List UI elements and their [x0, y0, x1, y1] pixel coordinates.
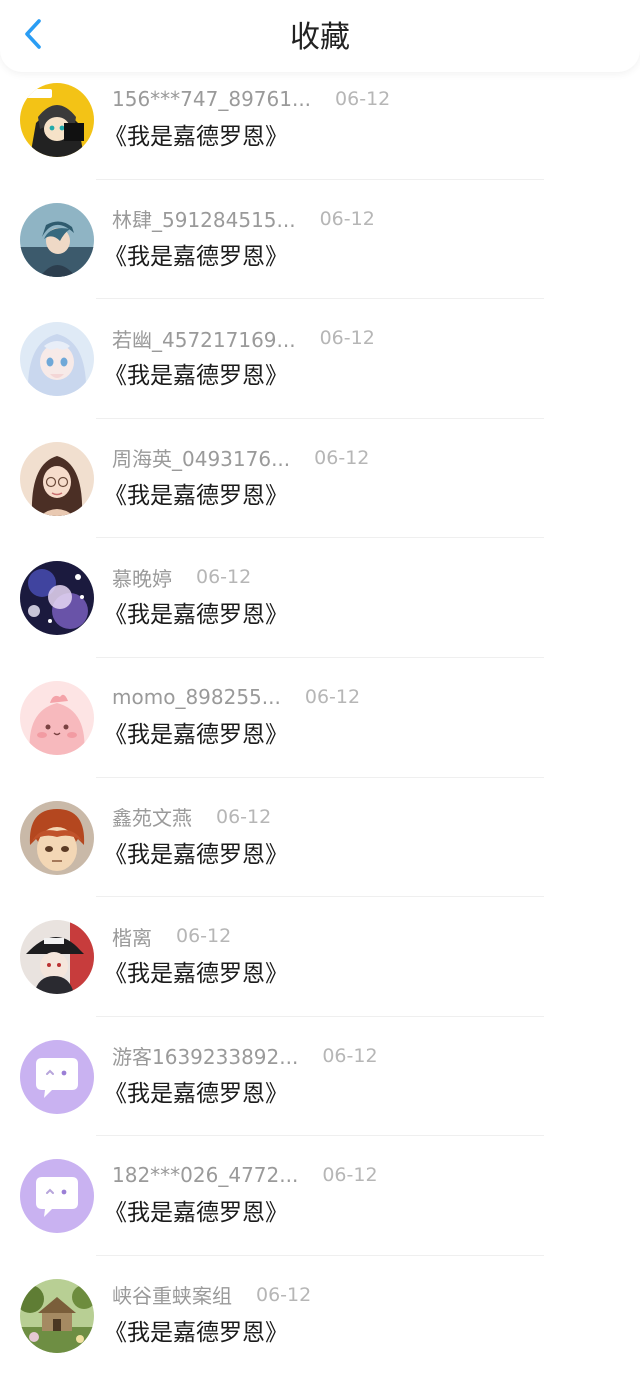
avatar[interactable]: [20, 83, 94, 157]
item-meta: 慕晚婷 06-12: [112, 563, 251, 591]
item-meta: 鑫苑文燕 06-12: [112, 803, 271, 831]
username[interactable]: 楷离: [112, 922, 152, 951]
date-label: 06-12: [176, 925, 232, 948]
book-title[interactable]: 《我是嘉德罗恩》: [104, 599, 288, 631]
date-label: 06-12: [216, 805, 272, 828]
book-title[interactable]: 《我是嘉德罗恩》: [104, 719, 288, 751]
date-label: 06-12: [322, 1044, 378, 1067]
username[interactable]: 周海英_0493176...: [112, 443, 290, 472]
avatar[interactable]: [20, 800, 94, 875]
avatar[interactable]: [20, 441, 94, 516]
top-bar: 收藏: [0, 0, 640, 72]
item-meta: 峡谷重蛱案组 06-12: [112, 1281, 311, 1309]
username[interactable]: 峡谷重蛱案组: [112, 1280, 232, 1309]
date-label: 06-12: [335, 88, 391, 110]
page-title: 收藏: [290, 20, 350, 55]
avatar[interactable]: [20, 1039, 94, 1114]
list-item[interactable]: 周海英_0493176... 06-12 《我是嘉德罗恩》: [0, 419, 640, 539]
book-title[interactable]: 《我是嘉德罗恩》: [104, 839, 288, 871]
list-item[interactable]: 峡谷重蛱案组 06-12 《我是嘉德罗恩》: [0, 1256, 640, 1376]
book-title[interactable]: 《我是嘉德罗恩》: [104, 121, 288, 153]
avatar[interactable]: [20, 322, 94, 397]
date-label: 06-12: [322, 1164, 378, 1187]
item-meta: 林肆_591284515... 06-12: [112, 205, 375, 233]
favorites-list: 156***747_89761... 06-12 《我是嘉德罗恩》 林肆_591284…: [0, 60, 640, 1376]
book-title[interactable]: 《我是嘉德罗恩》: [104, 241, 288, 273]
avatar[interactable]: [20, 1278, 94, 1353]
username[interactable]: 若幽_457217169...: [112, 324, 296, 353]
item-meta: 156***747_89761... 06-12: [112, 85, 390, 113]
book-title[interactable]: 《我是嘉德罗恩》: [104, 360, 288, 392]
date-label: 06-12: [319, 207, 375, 230]
list-item[interactable]: 游客1639233892... 06-12 《我是嘉德罗恩》: [0, 1017, 640, 1137]
username[interactable]: 鑫苑文燕: [112, 802, 192, 831]
username[interactable]: 156***747_89761...: [112, 87, 311, 111]
avatar[interactable]: [20, 680, 94, 755]
book-title[interactable]: 《我是嘉德罗恩》: [104, 1078, 288, 1110]
date-label: 06-12: [196, 566, 252, 589]
username[interactable]: 182***026_4772...: [112, 1163, 298, 1187]
book-title[interactable]: 《我是嘉德罗恩》: [104, 958, 288, 990]
username[interactable]: 林肆_591284515...: [112, 204, 296, 233]
avatar[interactable]: [20, 202, 94, 277]
item-meta: 楷离 06-12: [112, 922, 231, 950]
book-title[interactable]: 《我是嘉德罗恩》: [104, 480, 288, 512]
avatar[interactable]: [20, 561, 94, 636]
avatar[interactable]: [20, 920, 94, 995]
username[interactable]: 游客1639233892...: [112, 1041, 298, 1070]
item-meta: 182***026_4772... 06-12: [112, 1161, 378, 1189]
date-label: 06-12: [314, 446, 370, 469]
item-meta: 若幽_457217169... 06-12: [112, 324, 375, 352]
item-meta: 周海英_0493176... 06-12: [112, 444, 369, 472]
username[interactable]: 慕晚婷: [112, 563, 172, 592]
list-item[interactable]: 楷离 06-12 《我是嘉德罗恩》: [0, 897, 640, 1017]
date-label: 06-12: [304, 685, 361, 708]
list-item[interactable]: 156***747_89761... 06-12 《我是嘉德罗恩》: [0, 60, 640, 180]
list-item[interactable]: 182***026_4772... 06-12 《我是嘉德罗恩》: [0, 1136, 640, 1256]
list-item[interactable]: 若幽_457217169... 06-12 《我是嘉德罗恩》: [0, 299, 640, 419]
list-item[interactable]: 林肆_591284515... 06-12 《我是嘉德罗恩》: [0, 180, 640, 300]
username[interactable]: momo_898255...: [112, 685, 281, 709]
list-item[interactable]: 鑫苑文燕 06-12 《我是嘉德罗恩》: [0, 778, 640, 898]
book-title[interactable]: 《我是嘉德罗恩》: [104, 1197, 288, 1229]
date-label: 06-12: [256, 1283, 312, 1306]
list-item[interactable]: 慕晚婷 06-12 《我是嘉德罗恩》: [0, 538, 640, 658]
avatar[interactable]: [20, 1159, 94, 1234]
item-meta: momo_898255... 06-12: [112, 683, 360, 711]
book-title[interactable]: 《我是嘉德罗恩》: [104, 1317, 288, 1349]
list-item[interactable]: momo_898255... 06-12 《我是嘉德罗恩》: [0, 658, 640, 778]
date-label: 06-12: [319, 327, 375, 350]
item-meta: 游客1639233892... 06-12: [112, 1042, 378, 1070]
